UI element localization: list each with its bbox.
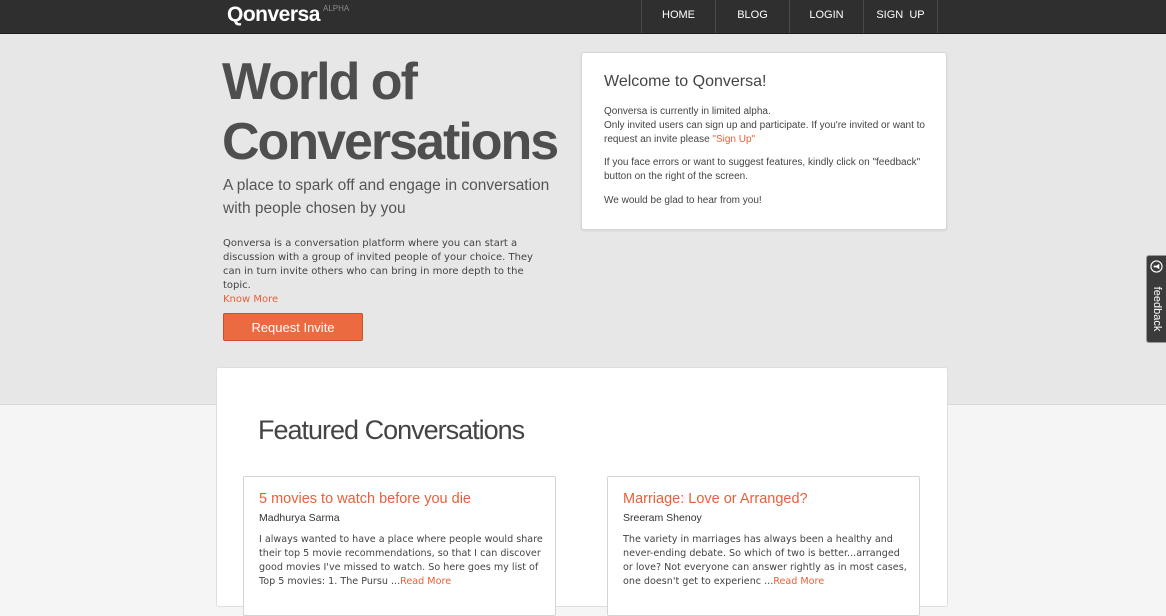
conversation-excerpt: I always wanted to have a place where pe… (259, 533, 544, 589)
feedback-tab[interactable]: feedback (1146, 255, 1166, 343)
megaphone-icon (1150, 260, 1163, 273)
welcome-alpha-notice: Qonversa is currently in limited alpha. … (604, 105, 934, 147)
feedback-label: feedback (1151, 286, 1163, 332)
conversation-author: Madhurya Sarma (259, 512, 340, 524)
hero-description-text: Qonversa is a conversation platform wher… (223, 238, 533, 291)
featured-title: Featured Conversations (258, 415, 525, 445)
welcome-title: Welcome to Qonversa! (604, 73, 767, 90)
conversation-author: Sreeram Shenoy (623, 512, 702, 524)
know-more-link[interactable]: Know More (223, 294, 278, 305)
nav-login[interactable]: LOGIN (790, 0, 864, 33)
main-nav: HOME BLOG LOGIN SIGN UP (641, 0, 938, 33)
welcome-closing-text: We would be glad to hear from you! (604, 195, 762, 206)
nav-blog[interactable]: BLOG (716, 0, 790, 33)
conversation-title[interactable]: Marriage: Love or Arranged? (623, 491, 808, 507)
alpha-badge: ALPHA (323, 4, 350, 13)
welcome-invite-text: Only invited users can sign up and parti… (604, 120, 925, 145)
hero-title: World of Conversations (222, 52, 562, 172)
read-more-link[interactable]: Read More (400, 576, 451, 587)
top-navbar: Qonversa ALPHA HOME BLOG LOGIN SIGN UP (0, 0, 1166, 34)
signup-link[interactable]: "Sign Up" (712, 134, 755, 145)
brand-logo[interactable]: Qonversa (227, 3, 320, 27)
welcome-feedback-text: If you face errors or want to suggest fe… (604, 157, 921, 182)
hero-title-line-2: Conversations (222, 113, 559, 171)
conversation-excerpt: The variety in marriages has always been… (623, 533, 908, 589)
request-invite-button[interactable]: Request Invite (223, 313, 363, 341)
welcome-panel: Welcome to Qonversa! Qonversa is current… (581, 52, 947, 230)
conversation-title[interactable]: 5 movies to watch before you die (259, 491, 471, 507)
conversation-card: Marriage: Love or Arranged? Sreeram Shen… (607, 476, 920, 616)
featured-panel: Featured Conversations 5 movies to watch… (216, 367, 948, 616)
welcome-alpha-line: Qonversa is currently in limited alpha. (604, 106, 771, 117)
conversation-card: 5 movies to watch before you die Madhury… (243, 476, 556, 616)
conversation-excerpt-text: The variety in marriages has always been… (623, 534, 907, 587)
hero-description: Qonversa is a conversation platform wher… (223, 237, 553, 307)
nav-home[interactable]: HOME (642, 0, 716, 33)
hero-title-line-1: World of (222, 53, 418, 111)
hero-subtitle: A place to spark off and engage in conve… (223, 177, 550, 217)
read-more-link[interactable]: Read More (773, 576, 824, 587)
nav-signup[interactable]: SIGN UP (864, 0, 938, 33)
